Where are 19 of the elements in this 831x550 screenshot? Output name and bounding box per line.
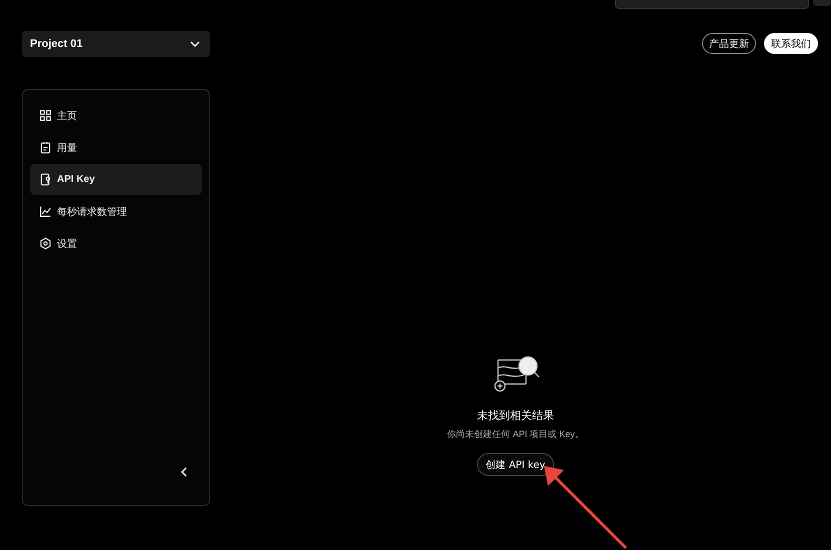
- empty-state-subtitle: 你尚未创建任何 API 项目或 Key。: [447, 428, 584, 441]
- create-api-key-button[interactable]: 创建 API key: [476, 453, 554, 476]
- sidebar-item[interactable]: 每秒请求数管理: [30, 196, 202, 227]
- sidebar-item[interactable]: 用量: [30, 132, 202, 163]
- chevron-down-icon: [190, 41, 200, 47]
- header-button[interactable]: 产品更新: [702, 33, 756, 54]
- empty-state-title: 未找到相关结果: [477, 408, 554, 423]
- line-chart-icon: [39, 205, 52, 218]
- sidebar-item[interactable]: 设置: [30, 228, 202, 259]
- empty-folder-search-icon: [492, 354, 540, 394]
- phone-key-icon: [39, 173, 52, 186]
- grid-icon: [39, 109, 52, 122]
- clipboard-icon: [39, 141, 52, 154]
- sidebar-item[interactable]: API Key: [30, 164, 202, 195]
- project-dropdown[interactable]: Project 01: [22, 31, 210, 57]
- header-button[interactable]: 联系我们: [764, 33, 818, 54]
- collapse-button[interactable]: [180, 467, 188, 477]
- hexagon-icon: [39, 237, 52, 250]
- sidebar-item[interactable]: 主页: [30, 100, 202, 131]
